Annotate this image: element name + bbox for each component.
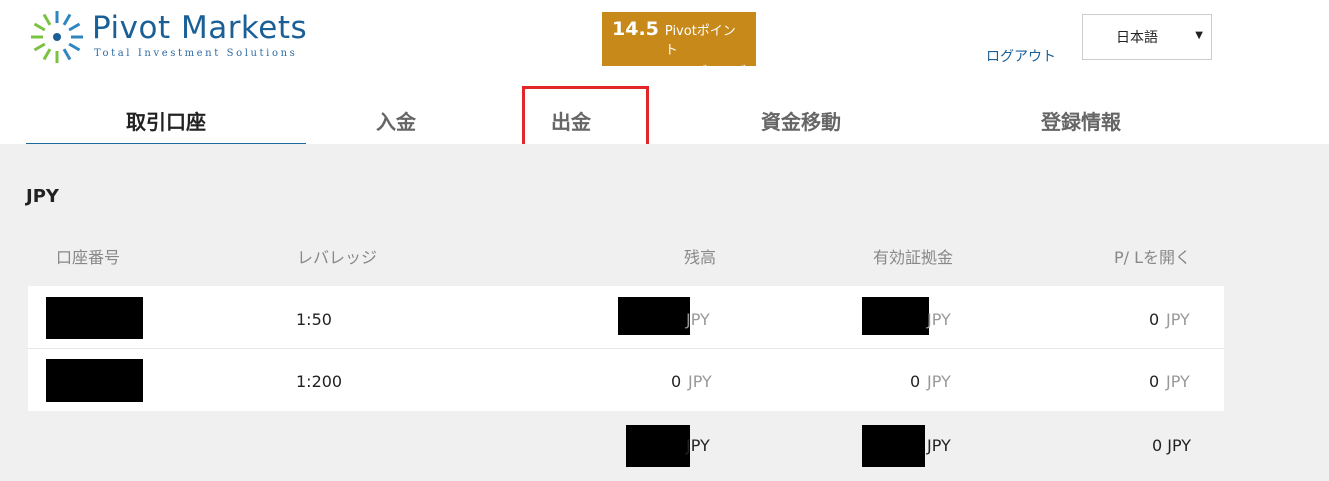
pl-value: 0: [1149, 372, 1160, 391]
tab-withdrawal[interactable]: 出金: [486, 92, 656, 146]
redacted-account-number: [46, 359, 143, 402]
logo-tagline: Total Investment Solutions: [94, 48, 298, 59]
header-open-pl: P/ Lを開く: [1114, 248, 1192, 267]
points-value: 14.5: [612, 18, 659, 40]
pl-currency: JPY: [1166, 372, 1190, 391]
points-badge: 14.5 Pivotポイント ブロンズ: [602, 12, 756, 80]
leverage-value: 1:200: [296, 372, 343, 391]
redacted-account-number: [46, 297, 143, 339]
equity-currency: JPY: [927, 372, 951, 391]
tab-deposit[interactable]: 入金: [306, 92, 486, 146]
table-total-row: JPY JPY 0 JPY: [28, 412, 1224, 481]
equity-currency: JPY: [927, 310, 951, 329]
tab-trading-accounts[interactable]: 取引口座: [26, 92, 306, 146]
balance-currency: JPY: [686, 310, 710, 329]
equity-value: 0: [910, 372, 921, 391]
total-pl: 0 JPY: [1152, 436, 1192, 455]
logout-link[interactable]: ログアウト: [986, 46, 1056, 66]
header-leverage: レバレッジ: [297, 248, 378, 267]
logo-name: Pivot Markets: [92, 10, 308, 46]
total-balance-currency: JPY: [686, 436, 710, 455]
pl-currency: JPY: [1166, 310, 1190, 329]
redacted-total-balance: [626, 425, 690, 467]
points-unit: Pivotポイント: [664, 24, 736, 58]
accounts-panel: JPY 口座番号 レバレッジ 残高 有効証拠金 P/ Lを開く 1:50 JPY…: [0, 144, 1329, 481]
pivot-logo-icon: [31, 11, 83, 63]
table-row[interactable]: 1:50 JPY JPY 0 JPY: [28, 286, 1224, 348]
redacted-equity: [862, 297, 929, 335]
header-account-number: 口座番号: [56, 248, 121, 267]
points-rank: ブロンズ: [694, 65, 746, 80]
language-selected: 日本語: [1116, 30, 1158, 46]
balance-currency: JPY: [688, 372, 712, 391]
balance-value: 0: [671, 372, 682, 391]
tab-registration-info[interactable]: 登録情報: [946, 92, 1216, 146]
tab-fund-transfer[interactable]: 資金移動: [656, 92, 946, 146]
logo[interactable]: Pivot Markets Total Investment Solutions: [30, 8, 320, 66]
language-select[interactable]: 日本語 ▼: [1082, 14, 1212, 60]
pl-value: 0: [1149, 310, 1160, 329]
currency-section-title: JPY: [26, 186, 59, 207]
redacted-balance: [618, 297, 690, 335]
caret-down-icon: ▼: [1195, 30, 1203, 41]
header-equity: 有効証拠金: [873, 248, 954, 267]
main-tabs: 取引口座 入金 出金 資金移動 登録情報: [26, 92, 1306, 147]
redacted-total-equity: [862, 425, 925, 467]
leverage-value: 1:50: [296, 310, 332, 329]
table-row[interactable]: 1:200 0 JPY 0 JPY 0 JPY: [28, 349, 1224, 411]
header-balance: 残高: [684, 248, 717, 267]
total-equity-currency: JPY: [927, 436, 951, 455]
